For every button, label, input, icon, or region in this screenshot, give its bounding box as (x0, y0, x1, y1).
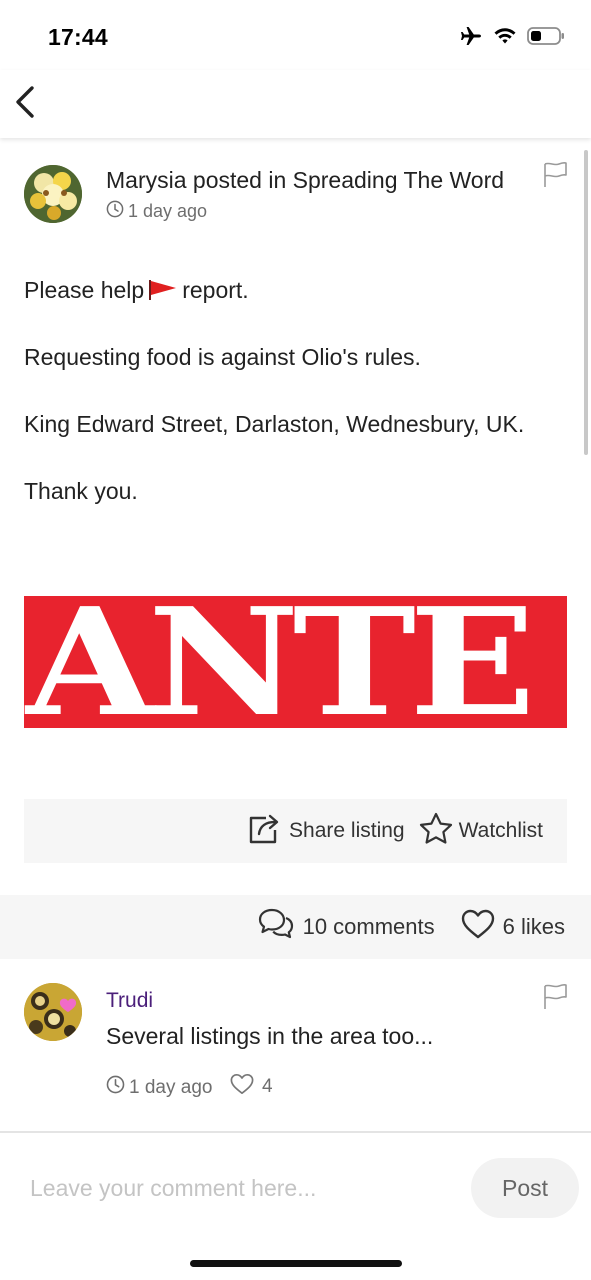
comment-item: Trudi Several listings in the area too..… (24, 983, 569, 1123)
post-title: Marysia posted in Spreading The Word (106, 167, 505, 193)
comment-composer: Post (0, 1146, 591, 1230)
comment-author[interactable]: Trudi (106, 989, 153, 1013)
post-line-3: King Edward Street, Darlaston, Wednesbur… (24, 411, 525, 437)
wifi-icon (493, 26, 517, 51)
post-line-4: Thank you. (24, 478, 138, 504)
flag-icon (541, 983, 569, 1015)
home-indicator[interactable] (190, 1260, 402, 1267)
status-time: 17:44 (48, 24, 108, 50)
comment-time: 1 day ago (106, 1075, 212, 1100)
heart-icon (461, 909, 495, 945)
avatar[interactable] (24, 165, 82, 223)
post-line-1-after: report. (182, 277, 249, 303)
clock-icon (106, 200, 124, 223)
watchlist-button[interactable]: Watchlist (419, 812, 543, 850)
comment-report-flag-button[interactable] (541, 983, 569, 1011)
red-flag-icon (148, 277, 178, 300)
report-flag-button[interactable] (541, 161, 569, 189)
post-time-text: 1 day ago (128, 201, 208, 221)
post-image-text: ANTE (26, 596, 536, 728)
heart-icon (230, 1073, 254, 1101)
likes-count-label: 6 likes (502, 914, 565, 939)
airplane-icon (459, 25, 483, 52)
comment-text: Several listings in the area too... (106, 1023, 434, 1049)
share-listing-button[interactable]: Share listing (247, 812, 405, 850)
comment-avatar[interactable] (24, 983, 82, 1041)
post-body: Please help report. Requesting food is ag… (24, 274, 564, 542)
clock-icon (106, 1075, 125, 1100)
post-comment-button[interactable]: Post (471, 1158, 579, 1218)
comments-count-button[interactable]: 10 comments (257, 907, 435, 947)
post-line-2: Requesting food is against Olio's rules. (24, 344, 421, 370)
back-button[interactable] (8, 84, 42, 124)
post-detail[interactable]: Marysia posted in Spreading The Word 1 d… (0, 138, 591, 1138)
share-listing-label: Share listing (289, 819, 405, 842)
post-header: Marysia posted in Spreading The Word 1 d… (24, 161, 569, 225)
post-line-1: Please help report. (24, 274, 564, 307)
post-line-1-before: Please help (24, 277, 145, 303)
stats-bar: 10 comments 6 likes (0, 895, 591, 959)
chevron-left-icon (14, 85, 36, 124)
comments-count-label: 10 comments (302, 914, 435, 939)
comment-likes-count: 4 (262, 1076, 273, 1097)
comment-like-button[interactable]: 4 (230, 1073, 273, 1101)
flag-icon (541, 161, 569, 193)
battery-icon (527, 26, 565, 51)
nav-bar (0, 70, 591, 138)
post-image[interactable]: ANTE (24, 596, 567, 728)
action-bar: Share listing Watchlist (24, 799, 567, 863)
watchlist-label: Watchlist (458, 819, 543, 842)
comment-time-text: 1 day ago (129, 1076, 213, 1098)
scrollbar[interactable] (584, 150, 588, 455)
comments-icon (257, 907, 295, 947)
post-time: 1 day ago (106, 200, 504, 223)
composer-divider (0, 1131, 591, 1133)
post-meta: Marysia posted in Spreading The Word 1 d… (106, 167, 504, 223)
share-icon (247, 812, 283, 850)
status-icons (459, 25, 565, 52)
comment-input[interactable] (18, 1162, 448, 1214)
likes-button[interactable]: 6 likes (461, 909, 565, 945)
status-bar: 17:44 (0, 0, 591, 70)
star-icon (419, 812, 453, 850)
